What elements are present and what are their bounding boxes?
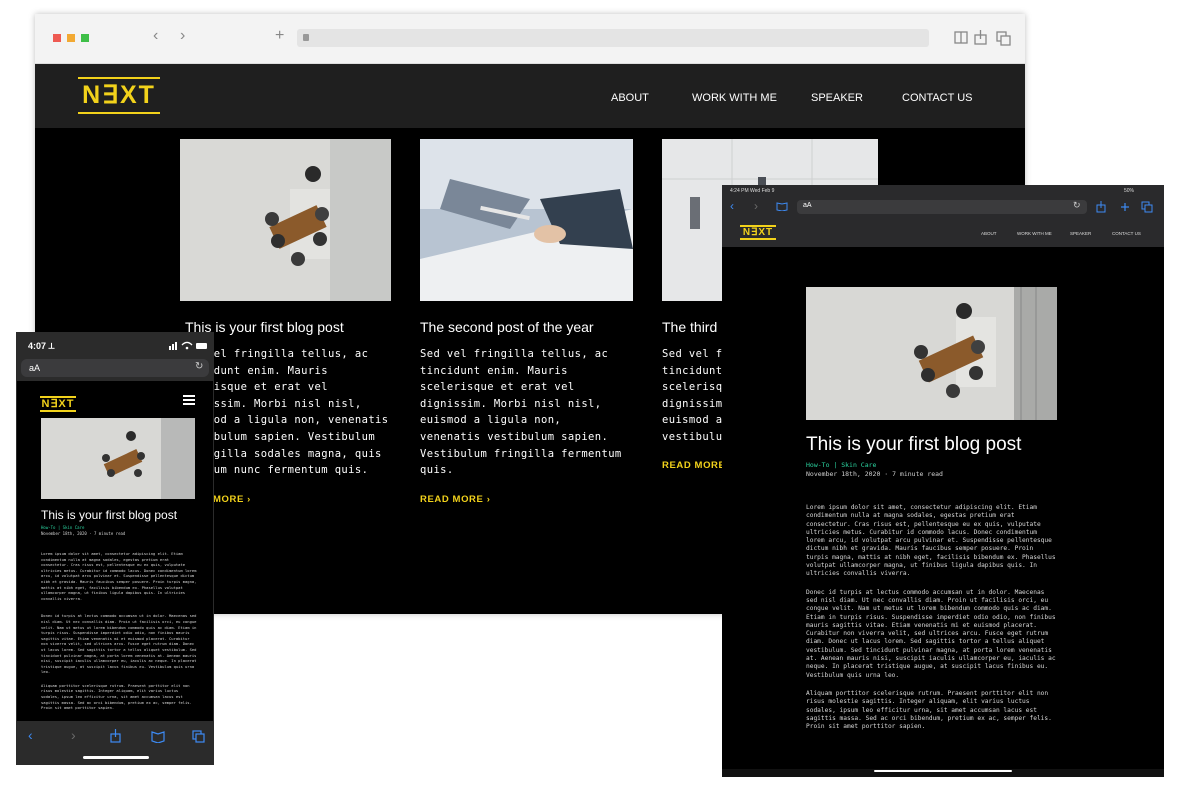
address-bar[interactable] — [297, 29, 929, 47]
post-1-image[interactable] — [180, 139, 391, 301]
tablet-body-paragraph-2: Donec id turpis at lectus commodo accums… — [806, 588, 1056, 679]
phone-site-logo[interactable]: N∃XT — [40, 396, 76, 412]
tablet-nav-speaker[interactable]: SPEAKER — [1070, 231, 1091, 236]
home-indicator[interactable] — [874, 770, 1012, 772]
share-icon[interactable] — [974, 30, 987, 45]
tablet-bottom-area — [722, 769, 1164, 777]
reader-icon[interactable] — [954, 31, 968, 44]
post-1-read-more-link[interactable]: MORE › — [213, 494, 251, 505]
forward-icon[interactable]: › — [754, 199, 758, 213]
new-tab-icon[interactable] — [1121, 203, 1129, 211]
new-tab-icon[interactable]: + — [275, 27, 284, 45]
share-icon[interactable] — [1096, 201, 1106, 213]
nav-contact-us[interactable]: CONTACT US — [902, 92, 973, 104]
hamburger-icon[interactable] — [183, 395, 195, 405]
tablet-body-paragraph-3: Aliquam porttitor scelerisque rutrum. Pr… — [806, 689, 1052, 731]
phone-status-time: 4:07 ⟂ — [28, 341, 55, 351]
site-logo[interactable]: N∃XT — [78, 77, 160, 114]
tablet-post-title: This is your first blog post — [806, 434, 1022, 455]
tablet-post-image — [806, 287, 1057, 420]
phone-body-paragraph-3: Aliquam porttitor scelerisque rutrum. Pr… — [41, 682, 192, 711]
minimize-window-button[interactable] — [67, 34, 75, 42]
tablet-toolbar-icons — [1096, 201, 1153, 213]
phone-toolbar-icons — [110, 729, 205, 743]
post-3-title[interactable]: The third — [662, 319, 717, 335]
phone-status-icons — [169, 341, 207, 350]
tabs-icon[interactable] — [996, 31, 1011, 46]
tablet-post-tags[interactable]: How-To | Skin Care — [806, 461, 876, 469]
post-1-excerpt: vel fringilla tellus, ac idunt enim. Mau… — [207, 348, 389, 477]
tablet-post-meta: November 18th, 2020 · 7 minute read — [806, 470, 943, 478]
post-2-image[interactable] — [420, 139, 633, 301]
phone-post-tags[interactable]: How-To | Skin Care — [41, 525, 84, 530]
reload-icon[interactable]: ↻ — [195, 361, 203, 372]
browser-toolbar: ‹ › + — [35, 14, 1025, 64]
tablet-body-paragraph-1: Lorem ipsum dolor sit amet, consectetur … — [806, 504, 1056, 578]
back-icon[interactable]: ‹ — [153, 27, 158, 45]
tablet-battery-label: 50% — [1124, 188, 1135, 194]
tablet-nav-about[interactable]: ABOUT — [981, 231, 997, 236]
phone-safari-bar: 4:07 ⟂ aA ↻ — [17, 333, 213, 381]
nav-about[interactable]: ABOUT — [611, 92, 649, 104]
bookmarks-icon[interactable] — [151, 731, 165, 743]
browser-actions — [954, 30, 1011, 46]
post-2-read-more-link[interactable]: READ MORE › — [420, 494, 490, 505]
sidebar-icon[interactable] — [776, 201, 788, 211]
phone-device: 4:07 ⟂ aA ↻ N∃XT This is your first blog… — [16, 332, 214, 765]
back-icon[interactable]: ‹ — [28, 727, 33, 743]
nav-work-with-me[interactable]: WORK WITH ME — [692, 92, 777, 104]
tablet-post-body: Lorem ipsum dolor sit amet, consectetur … — [806, 504, 1058, 766]
lock-icon — [303, 34, 309, 41]
text-size-button[interactable]: aA — [29, 363, 40, 373]
forward-icon[interactable]: › — [180, 27, 185, 45]
tablet-site-logo[interactable]: N∃XT — [740, 225, 776, 240]
home-indicator[interactable] — [83, 756, 149, 759]
document-review-photo — [420, 139, 633, 301]
phone-post-meta: November 18th, 2020 · 7 minute read — [41, 531, 126, 536]
post-3-read-more-link[interactable]: READ MORE › — [662, 460, 722, 471]
close-window-button[interactable] — [53, 34, 61, 42]
share-icon[interactable] — [110, 729, 121, 743]
site-header: N∃XT ABOUT WORK WITH ME SPEAKER CONTACT … — [35, 64, 1025, 128]
tabs-icon[interactable] — [1141, 201, 1153, 213]
tablet-address-bar[interactable]: aA ↻ — [797, 200, 1087, 214]
forward-icon[interactable]: › — [71, 727, 76, 743]
phone-post-image — [41, 418, 195, 499]
tablet-nav-work-with-me[interactable]: WORK WITH ME — [1017, 231, 1052, 236]
meeting-photo — [806, 287, 1057, 420]
tablet-status-time: 4:24 PM Wed Feb 9 — [730, 188, 775, 194]
meeting-photo — [180, 139, 391, 301]
phone-body-paragraph-2: Donec id turpis at lectus commodo accums… — [41, 613, 197, 675]
post-2-excerpt: Sed vel fringilla tellus, ac tincidunt e… — [420, 348, 622, 477]
phone-post-title: This is your first blog post — [41, 508, 178, 522]
back-icon[interactable]: ‹ — [730, 199, 734, 213]
post-2-title[interactable]: The second post of the year — [420, 319, 594, 335]
phone-bottom-toolbar: ‹ › — [17, 721, 213, 764]
tablet-safari-bar: 4:24 PM Wed Feb 9 50% ‹ › aA ↻ — [722, 185, 1164, 247]
nav-speaker[interactable]: SPEAKER — [811, 92, 863, 104]
maximize-window-button[interactable] — [81, 34, 89, 42]
text-size-button[interactable]: aA — [803, 202, 812, 209]
tabs-icon[interactable] — [192, 730, 205, 743]
meeting-photo — [41, 418, 195, 499]
tablet-device: 4:24 PM Wed Feb 9 50% ‹ › aA ↻ N∃XT ABOU… — [722, 185, 1164, 777]
phone-body-paragraph-1: Lorem ipsum dolor sit amet, consectetur … — [41, 551, 197, 601]
phone-address-bar[interactable]: aA ↻ — [21, 359, 209, 377]
tablet-nav-contact-us[interactable]: CONTACT US — [1112, 231, 1141, 236]
post-3-excerpt: Sed vel fl tincidunt scelerisq dignissim… — [662, 348, 722, 443]
reload-icon[interactable]: ↻ — [1073, 200, 1081, 211]
